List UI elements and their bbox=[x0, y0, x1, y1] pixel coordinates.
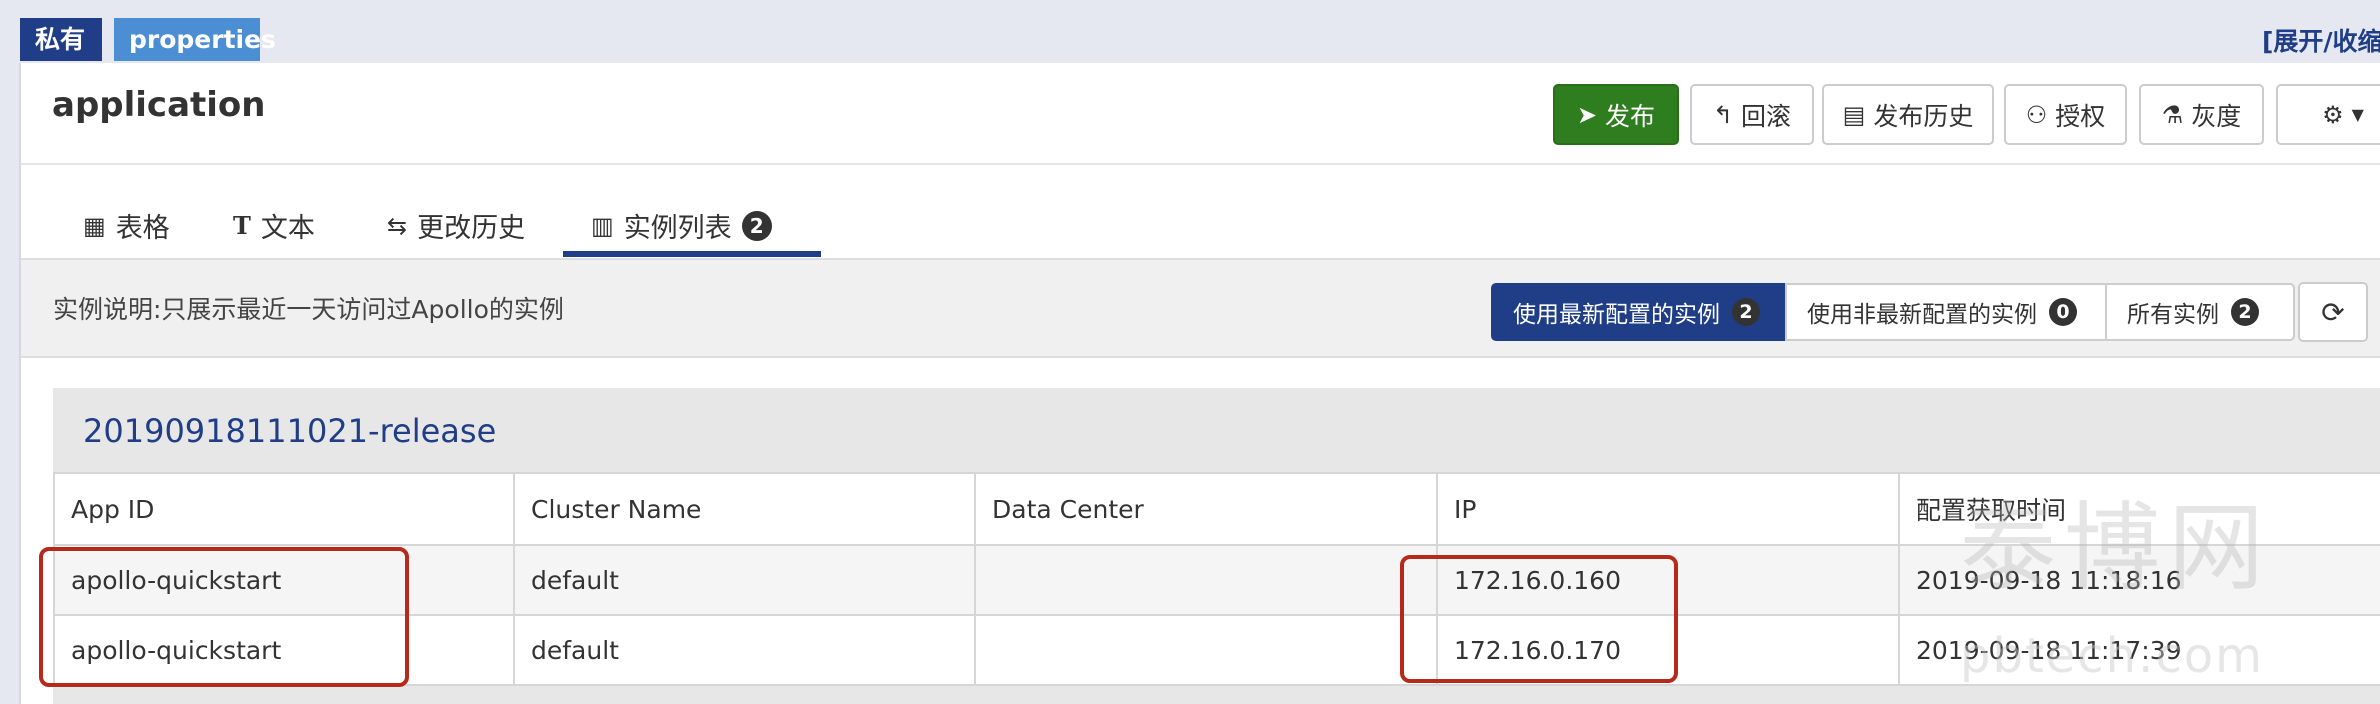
expand-collapse-link[interactable]: [展开/收缩 bbox=[2262, 22, 2380, 58]
private-badge: 私有 bbox=[20, 18, 102, 61]
app-id-highlight-box bbox=[39, 547, 409, 687]
filter-latest-count: 2 bbox=[1732, 298, 1760, 326]
gray-release-label: 灰度 bbox=[2191, 101, 2242, 131]
rollback-button[interactable]: ↰ 回滚 bbox=[1690, 84, 1814, 145]
authorize-button[interactable]: ⚇ 授权 bbox=[2004, 84, 2127, 145]
history-icon: ⇆ bbox=[387, 211, 408, 240]
filter-latest-label: 使用最新配置的实例 bbox=[1513, 302, 1720, 328]
filter-non-latest-count: 0 bbox=[2049, 298, 2077, 326]
tab-instance-list-label: 实例列表 bbox=[623, 213, 732, 244]
paper-plane-icon: ➤ bbox=[1576, 100, 1598, 129]
watermark-domain: pbtech.com bbox=[1960, 628, 2264, 684]
ip-highlight-box bbox=[1400, 555, 1678, 683]
user-icon: ⚇ bbox=[2025, 100, 2048, 129]
cell-cluster-name: default bbox=[513, 614, 976, 686]
properties-badge: properties bbox=[114, 18, 276, 61]
instance-info-bar: 实例说明:只展示最近一天访问过Apollo的实例 使用最新配置的实例 2 使用非… bbox=[21, 258, 2380, 358]
refresh-icon: ⟳ bbox=[2321, 295, 2345, 329]
filter-non-latest-label: 使用非最新配置的实例 bbox=[1807, 302, 2037, 328]
header-divider bbox=[21, 163, 2380, 165]
gear-icon: ⚙ bbox=[2322, 100, 2344, 129]
tab-change-history[interactable]: ⇆ 更改历史 bbox=[387, 206, 525, 245]
tab-table[interactable]: ▦ 表格 bbox=[83, 206, 170, 245]
publish-history-button[interactable]: ▤ 发布历史 bbox=[1822, 84, 1994, 145]
column-header-data-center: Data Center bbox=[974, 472, 1438, 546]
flask-icon: ⚗ bbox=[2161, 100, 2184, 129]
refresh-button[interactable]: ⟳ bbox=[2298, 282, 2368, 342]
tab-change-history-label: 更改历史 bbox=[417, 213, 526, 244]
calendar-icon: ▤ bbox=[1842, 100, 1866, 129]
tab-text[interactable]: T 文本 bbox=[233, 206, 315, 245]
publish-button-label: 发布 bbox=[1605, 101, 1656, 131]
publish-button[interactable]: ➤ 发布 bbox=[1553, 84, 1679, 145]
tab-table-label: 表格 bbox=[115, 213, 170, 244]
cell-data-center bbox=[974, 614, 1438, 686]
settings-dropdown-button[interactable]: ⚙ ▼ bbox=[2276, 84, 2380, 145]
authorize-label: 授权 bbox=[2055, 101, 2106, 131]
undo-icon: ↰ bbox=[1712, 100, 1734, 129]
instance-count-badge: 2 bbox=[741, 210, 772, 241]
filter-latest-config-button[interactable]: 使用最新配置的实例 2 bbox=[1491, 283, 1787, 341]
release-name: 20190918111021-release bbox=[83, 412, 497, 450]
tab-instance-list[interactable]: ▥ 实例列表 2 bbox=[591, 206, 772, 245]
gray-release-button[interactable]: ⚗ 灰度 bbox=[2139, 84, 2264, 145]
table-icon: ▦ bbox=[83, 211, 106, 240]
cell-data-center bbox=[974, 544, 1438, 616]
tab-text-label: 文本 bbox=[260, 213, 315, 244]
instance-filter-group: 使用最新配置的实例 2 使用非最新配置的实例 0 所有实例 2 bbox=[1491, 283, 2295, 341]
filter-all-label: 所有实例 bbox=[2127, 302, 2219, 328]
filter-non-latest-config-button[interactable]: 使用非最新配置的实例 0 bbox=[1785, 283, 2107, 341]
watermark-logo: 泰博网 bbox=[1960, 492, 2272, 604]
namespace-title: application bbox=[52, 85, 266, 125]
publish-history-label: 发布历史 bbox=[1873, 101, 1974, 131]
caret-down-icon: ▼ bbox=[2351, 105, 2364, 124]
apollo-config-page: 私有 properties [展开/收缩 application ➤ 发布 ↰ … bbox=[0, 0, 2380, 704]
column-header-cluster-name: Cluster Name bbox=[513, 472, 976, 546]
rollback-button-label: 回滚 bbox=[1741, 101, 1792, 131]
text-icon: T bbox=[233, 211, 251, 240]
instance-description: 实例说明:只展示最近一天访问过Apollo的实例 bbox=[53, 295, 564, 324]
cell-cluster-name: default bbox=[513, 544, 976, 616]
filter-all-instances-button[interactable]: 所有实例 2 bbox=[2105, 283, 2295, 341]
instance-list-icon: ▥ bbox=[591, 211, 614, 240]
column-header-app-id: App ID bbox=[53, 472, 515, 546]
active-tab-indicator bbox=[563, 251, 821, 257]
filter-all-count: 2 bbox=[2231, 298, 2259, 326]
column-header-ip: IP bbox=[1436, 472, 1900, 546]
